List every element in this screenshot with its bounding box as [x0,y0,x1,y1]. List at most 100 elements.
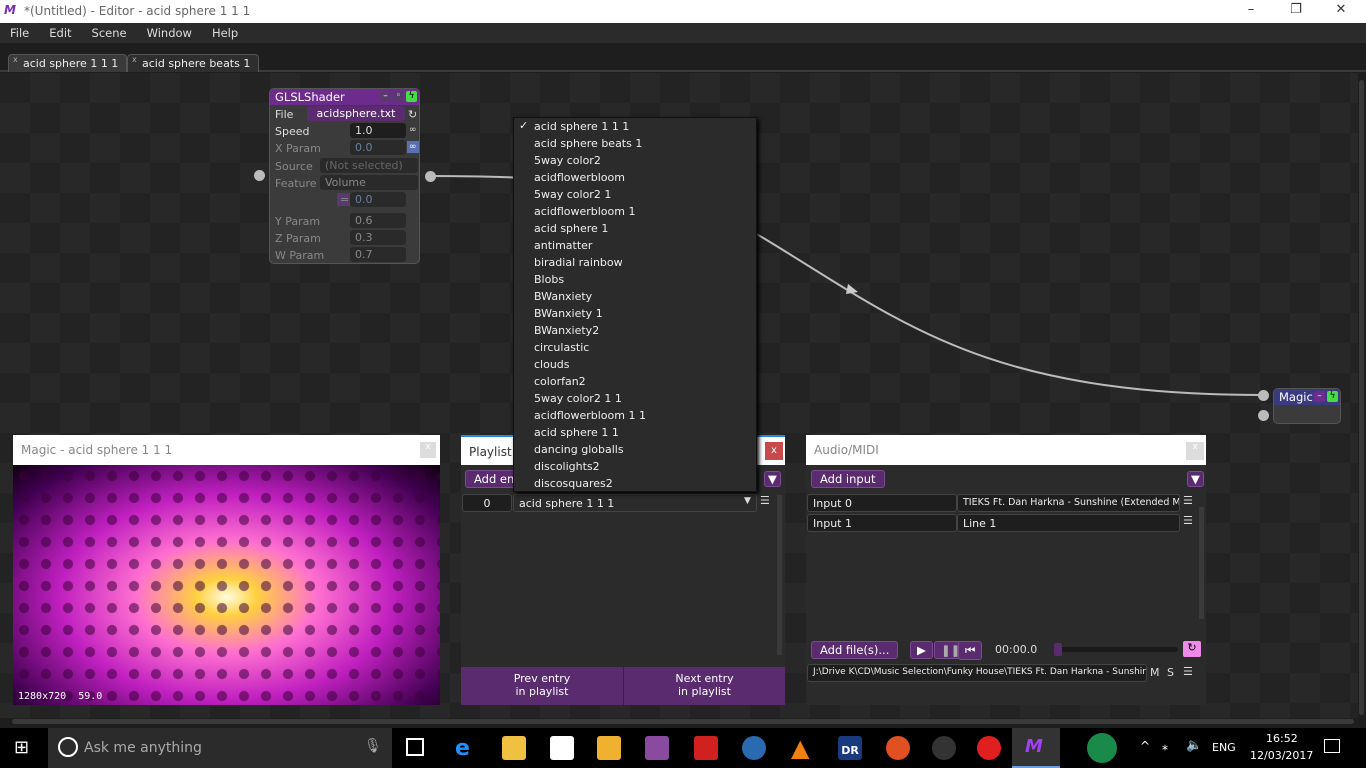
entry-scene-select[interactable]: acid sphere 1 1 1 [513,494,757,512]
dropdown-item[interactable]: acidflowerbloom 1 [514,203,756,220]
dropdown-item[interactable]: colorfan2 [514,373,756,390]
seek-handle[interactable] [1054,643,1062,656]
activity-monitor-icon[interactable] [1087,733,1117,763]
minimize-icon[interactable]: – [1314,391,1325,402]
add-files-button[interactable]: Add file(s)... [811,641,899,659]
dropdown-item[interactable]: 5way color2 [514,152,756,169]
dropdown-item[interactable]: acidflowerbloom 1 1 [514,407,756,424]
input-1-source[interactable]: Line 1 [957,514,1180,532]
app-icon-red[interactable] [977,736,1001,760]
dropdown-item[interactable]: antimatter [514,237,756,254]
dr-meter-icon[interactable]: DR [838,736,862,760]
input-0-name[interactable]: Input 0 [807,494,957,512]
eye-icon[interactable]: ◦ [393,91,404,102]
vertical-scrollbar[interactable] [1359,80,1364,715]
dropdown-icon[interactable]: ▼ [1187,471,1204,487]
link-icon[interactable]: ∞ [409,125,417,135]
magic-taskbar-button[interactable]: M [1012,728,1060,768]
link-icon-active[interactable]: ∞ [407,141,419,153]
mute-button[interactable]: M [1150,666,1160,679]
reader-icon[interactable] [694,736,718,760]
input-port[interactable] [1258,410,1269,421]
rewind-icon[interactable]: ⏮ [958,641,983,660]
y-param-field[interactable]: 0.6 [350,213,406,228]
panel-header[interactable]: Magic - acid sphere 1 1 1 x [13,435,440,465]
power-icon[interactable]: ϟ [1327,391,1338,402]
notifications-icon[interactable] [1324,739,1340,753]
add-input-button[interactable]: Add input [811,470,885,488]
glsl-shader-node[interactable]: GLSLShader – ◦ ϟ File acidsphere.txt ↻ Spe… [269,88,420,264]
solo-button[interactable]: S [1167,666,1174,679]
wifi-icon[interactable]: ⁎ [1162,739,1168,753]
dropdown-item[interactable]: clouds [514,356,756,373]
dropdown-item[interactable]: BWanxiety [514,288,756,305]
file-field[interactable]: acidsphere.txt [307,106,405,121]
store-icon[interactable] [550,736,574,760]
speed-field[interactable]: 1.0 [350,123,406,138]
z-param-field[interactable]: 0.3 [350,230,406,245]
dropdown-item[interactable]: circulastic [514,339,756,356]
magic-node[interactable]: Magic – ϟ [1273,388,1341,424]
dropdown-item[interactable]: BWanxiety 1 [514,305,756,322]
dropdown-item[interactable]: 5way color2 1 [514,186,756,203]
dropdown-item[interactable]: acidflowerbloom [514,169,756,186]
vlc-icon[interactable]: ▲ [791,734,809,762]
close-icon[interactable]: x [1186,442,1204,460]
task-view-icon[interactable] [406,738,424,756]
dropdown-item[interactable]: biradial rainbow [514,254,756,271]
scrollbar[interactable] [777,495,782,655]
reload-icon[interactable]: ↻ [408,108,417,121]
source-select[interactable]: (Not selected) [320,158,418,173]
chevron-down-icon[interactable]: ▼ [744,496,751,506]
dropdown-icon[interactable]: ▼ [764,471,781,487]
drag-handle-icon[interactable]: ☰ [760,494,770,507]
close-icon[interactable]: x [420,442,436,458]
node-header[interactable]: GLSLShader – ◦ ϟ [270,89,419,105]
next-entry-button[interactable]: Next entry in playlist [624,667,785,705]
dropdown-item[interactable]: Blobs [514,271,756,288]
app-icon[interactable] [932,736,956,760]
input-0-source[interactable]: TIEKS Ft. Dan Harkna - Sunshine (Extende… [957,494,1180,512]
play-icon[interactable]: ▶ [910,641,933,659]
language-indicator[interactable]: ENG [1212,741,1236,754]
microphone-icon[interactable]: 🎙 [364,738,382,754]
dropdown-item[interactable]: acid sphere 1 1 [514,424,756,441]
dropdown-item[interactable]: discolights2 [514,458,756,475]
dropdown-item[interactable]: dancing globalls [514,441,756,458]
x-param-field[interactable]: 0.0 [350,140,406,155]
power-icon[interactable]: ϟ [406,91,417,102]
browser-icon[interactable] [742,736,766,760]
prev-entry-button[interactable]: Prev entry in playlist [461,667,623,705]
clock-time[interactable]: 16:52 [1266,732,1298,745]
dropdown-item[interactable]: ✓ acid sphere 1 1 1 [514,118,756,135]
close-icon[interactable]: x [765,442,783,460]
input-1-name[interactable]: Input 1 [807,514,957,532]
feature-select[interactable]: Volume [320,175,418,190]
ccleaner-icon[interactable] [886,736,910,760]
loop-icon[interactable]: ↻ [1183,641,1201,657]
dropdown-item[interactable]: 5way color2 1 1 [514,390,756,407]
edge-icon[interactable]: e [455,736,479,761]
volume-icon[interactable]: 🔈 [1186,738,1202,753]
drag-handle-icon[interactable]: ☰ [1183,514,1193,527]
dropdown-item[interactable]: acid sphere 1 [514,220,756,237]
dropdown-item[interactable]: discosquares2 [514,475,756,492]
drag-handle-icon[interactable]: ☰ [1183,665,1193,678]
output-port[interactable] [425,171,436,182]
dropdown-item[interactable]: BWanxiety2 [514,322,756,339]
w-param-field[interactable]: 0.7 [350,247,406,262]
minimize-icon[interactable]: – [380,91,391,102]
scrollbar[interactable] [1199,507,1204,619]
chevron-up-icon[interactable]: ^ [1140,739,1150,753]
search-box[interactable]: Ask me anything 🎙 [48,728,392,768]
outlook-icon[interactable] [597,736,621,760]
onenote-icon[interactable] [645,736,669,760]
drag-handle-icon[interactable]: ☰ [1183,494,1193,507]
clock-date[interactable]: 12/03/2017 [1250,749,1313,762]
input-port[interactable] [254,170,265,181]
dropdown-item[interactable]: acid sphere beats 1 [514,135,756,152]
panel-header[interactable]: Audio/MIDI x [806,435,1206,465]
file-explorer-icon[interactable] [502,736,526,760]
seek-slider[interactable] [1054,643,1178,656]
node-header[interactable]: Magic – ϟ [1274,389,1340,405]
